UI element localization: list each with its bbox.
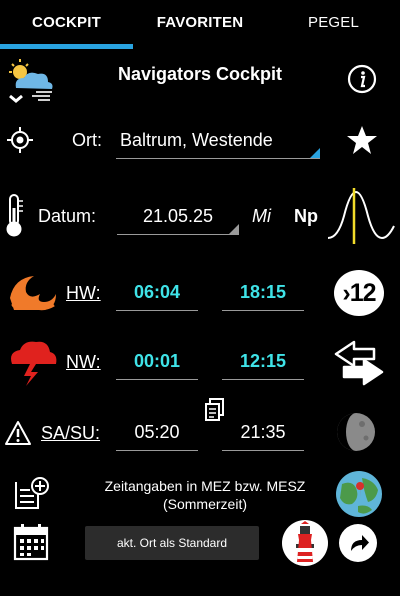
high-water-wave-icon: [8, 272, 58, 312]
tab-favoriten[interactable]: FAVORITEN: [133, 0, 267, 46]
info-icon[interactable]: [347, 64, 377, 94]
hw-time1-field: 06:04: [116, 276, 198, 311]
sunrise-field: 05:20: [116, 416, 198, 451]
hw-time2: 18:15: [239, 282, 287, 302]
sun-label[interactable]: SA/SU:: [41, 423, 100, 444]
nw-time2: 12:15: [239, 351, 287, 371]
nw-time2-field: 12:15: [222, 345, 304, 380]
swap-arrows-icon[interactable]: [334, 340, 384, 386]
sunrise-time: 05:20: [134, 422, 180, 442]
dropdown-corner-icon: [310, 148, 320, 158]
date-value: 21.05.25: [142, 206, 214, 226]
moon-icon[interactable]: [336, 410, 376, 454]
warning-icon[interactable]: [4, 420, 32, 446]
hw-time1: 06:04: [133, 282, 181, 302]
nw-time1: 00:01: [133, 351, 181, 371]
storm-cloud-icon: [6, 336, 58, 386]
tab-bar: COCKPIT FAVORITEN PEGEL: [0, 0, 400, 49]
location-select[interactable]: Baltrum, Westende: [116, 124, 320, 159]
sunset-time: 21:35: [240, 422, 286, 442]
page-title: Navigators Cockpit: [117, 64, 283, 84]
timezone-info-line2: (Sommerzeit): [162, 496, 247, 512]
map-globe-icon[interactable]: [334, 470, 384, 518]
set-default-location-button[interactable]: akt. Ort als Standard: [85, 526, 259, 560]
dropdown-corner-icon: [229, 224, 239, 234]
share-forward-icon[interactable]: [339, 524, 377, 562]
lighthouse-icon[interactable]: [282, 520, 328, 566]
hw-label[interactable]: HW:: [66, 283, 101, 304]
date-field[interactable]: 21.05.25: [117, 200, 239, 235]
tab-cockpit[interactable]: COCKPIT: [0, 0, 133, 46]
nw-time1-field: 00:01: [116, 345, 198, 380]
moon-phase-label: Np: [294, 206, 318, 226]
tide-number-text: ›12: [342, 279, 376, 307]
tab-pegel[interactable]: PEGEL: [267, 0, 400, 46]
sunset-field: 21:35: [222, 416, 304, 451]
location-target-icon[interactable]: [6, 126, 34, 154]
calendar-icon[interactable]: [12, 522, 50, 562]
timezone-info-line1: Zeitangaben in MEZ bzw. MESZ: [104, 478, 306, 494]
tide-curve-icon[interactable]: [326, 186, 396, 246]
nw-label[interactable]: NW:: [66, 352, 101, 373]
add-document-icon[interactable]: [12, 476, 50, 512]
thermometer-icon[interactable]: [2, 192, 26, 238]
weekday-label: Mi: [252, 206, 271, 226]
timezone-info: Zeitangaben in MEZ bzw. MESZ (Sommerzeit…: [60, 477, 350, 513]
favorite-star-icon[interactable]: [346, 124, 378, 156]
location-label: Ort:: [72, 130, 102, 150]
tab-indicator: [0, 44, 133, 49]
date-label: Datum:: [38, 206, 97, 226]
weather-cloud-icon[interactable]: [6, 56, 58, 106]
location-value: Baltrum, Westende: [120, 130, 273, 150]
tide-number-badge[interactable]: ›12: [334, 270, 384, 316]
hw-time2-field: 18:15: [222, 276, 304, 311]
